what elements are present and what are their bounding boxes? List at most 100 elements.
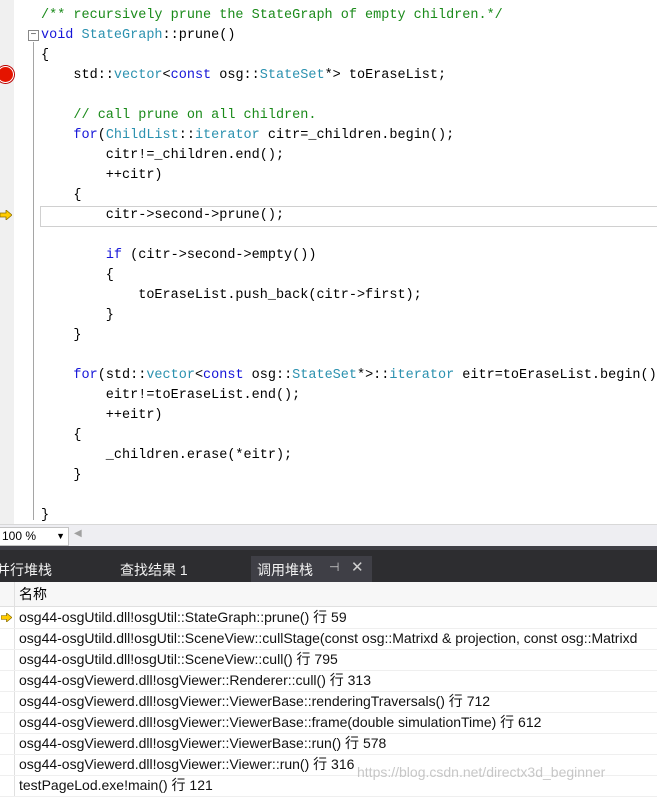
code-token: /** recursively prune the StateGraph of … bbox=[41, 8, 503, 23]
call-stack-frame-text: testPageLod.exe!main() 行 121 bbox=[19, 777, 213, 793]
zoom-value: 100 % bbox=[2, 529, 37, 543]
scroll-left-icon[interactable]: ◀ bbox=[74, 528, 82, 539]
code-line[interactable]: } bbox=[41, 326, 81, 346]
code-token: StateSet bbox=[259, 68, 325, 83]
code-line[interactable]: { bbox=[41, 426, 82, 446]
code-token: if bbox=[105, 248, 123, 263]
watermark: https://blog.csdn.net/directx3d_beginner bbox=[357, 764, 606, 780]
code-token: StateSet bbox=[292, 368, 357, 383]
tool-window-tab-bar: 并行堆栈 查找结果 1 调用堆栈 ⊣ ✕ bbox=[0, 546, 657, 582]
column-header-label: 名称 bbox=[19, 586, 47, 602]
chevron-down-icon: ▼ bbox=[56, 531, 65, 541]
code-line[interactable]: ++citr) bbox=[41, 166, 163, 186]
code-token: { bbox=[41, 188, 82, 203]
code-line[interactable]: std::vector<const osg::StateSet*> toEras… bbox=[41, 66, 446, 86]
code-token: ( bbox=[97, 128, 106, 143]
current-statement-arrow-icon bbox=[0, 210, 12, 220]
code-line[interactable]: } bbox=[41, 506, 49, 524]
call-stack-row[interactable]: osg44-osgUtild.dll!osgUtil::StateGraph::… bbox=[0, 607, 657, 629]
code-token: < bbox=[162, 68, 171, 83]
code-token: vector bbox=[146, 368, 195, 383]
code-line[interactable]: } bbox=[41, 306, 114, 326]
code-token: StateGraph bbox=[81, 28, 163, 43]
code-line[interactable]: /** recursively prune the StateGraph of … bbox=[41, 6, 503, 26]
code-token: *>:: bbox=[356, 368, 390, 383]
code-token: { bbox=[41, 268, 114, 283]
code-line[interactable]: citr!=_children.end(); bbox=[41, 146, 284, 166]
tab-call-stack[interactable]: 调用堆栈 bbox=[257, 559, 313, 581]
code-line[interactable]: _children.erase(*eitr); bbox=[41, 446, 292, 466]
code-token: _children.erase(*eitr); bbox=[41, 448, 293, 463]
code-line[interactable]: { bbox=[41, 186, 82, 206]
call-stack-row[interactable]: osg44-osgViewerd.dll!osgViewer::ViewerBa… bbox=[0, 733, 657, 755]
code-token: osg:: bbox=[243, 368, 293, 383]
code-token: citr=_children.begin(); bbox=[259, 128, 455, 143]
call-stack-row[interactable]: osg44-osgUtild.dll!osgUtil::SceneView::c… bbox=[0, 649, 657, 671]
code-token: *> toEraseList; bbox=[324, 68, 447, 83]
code-token: ::prune() bbox=[162, 28, 236, 43]
pin-icon[interactable]: ⊣ bbox=[329, 560, 339, 574]
code-token: vector bbox=[113, 68, 163, 83]
code-line[interactable]: for(std::vector<const osg::StateSet*>::i… bbox=[41, 366, 657, 386]
code-token: (citr->second->empty()) bbox=[122, 248, 317, 263]
call-stack-frame-text: osg44-osgViewerd.dll!osgViewer::Viewer::… bbox=[19, 756, 355, 772]
code-token: for bbox=[73, 128, 98, 143]
code-line[interactable]: { bbox=[41, 46, 49, 66]
code-token: const bbox=[203, 368, 244, 383]
code-token: { bbox=[41, 428, 82, 443]
code-token: void bbox=[41, 28, 74, 43]
code-token: :: bbox=[178, 128, 195, 143]
current-frame-arrow-icon bbox=[1, 613, 12, 622]
call-stack-frame-text: osg44-osgUtild.dll!osgUtil::StateGraph::… bbox=[19, 609, 347, 625]
close-icon[interactable]: ✕ bbox=[351, 558, 364, 576]
code-line[interactable]: ++eitr) bbox=[41, 406, 163, 426]
code-token: citr!=_children.end(); bbox=[41, 148, 285, 163]
code-line[interactable]: // call prune on all children. bbox=[41, 106, 316, 126]
call-stack-row[interactable]: osg44-osgUtild.dll!osgUtil::SceneView::c… bbox=[0, 628, 657, 650]
code-token: } bbox=[41, 508, 50, 523]
code-token: iterator bbox=[194, 128, 260, 143]
code-token: } bbox=[41, 308, 114, 323]
call-stack-frame-text: osg44-osgViewerd.dll!osgViewer::Renderer… bbox=[19, 672, 371, 688]
tab-parallel-stacks[interactable]: 并行堆栈 bbox=[0, 559, 52, 581]
code-line[interactable]: { bbox=[41, 266, 114, 286]
code-token: toEraseList.push_back(citr->first); bbox=[41, 288, 422, 303]
code-line[interactable]: if (citr->second->empty()) bbox=[41, 246, 317, 266]
code-token: (std:: bbox=[97, 368, 147, 383]
call-stack-row[interactable]: osg44-osgViewerd.dll!osgViewer::ViewerBa… bbox=[0, 712, 657, 734]
code-token: const bbox=[170, 68, 212, 83]
code-token: for bbox=[73, 368, 98, 383]
code-token: ++eitr) bbox=[41, 408, 163, 423]
code-token: } bbox=[41, 468, 82, 483]
call-stack-frame-text: osg44-osgUtild.dll!osgUtil::SceneView::c… bbox=[19, 651, 338, 667]
code-token: < bbox=[194, 368, 204, 383]
code-line[interactable]: void StateGraph::prune() bbox=[41, 26, 235, 46]
code-line[interactable]: eitr!=toEraseList.end(); bbox=[41, 386, 300, 406]
code-line[interactable]: toEraseList.push_back(citr->first); bbox=[41, 286, 422, 306]
call-stack-frame-text: osg44-osgViewerd.dll!osgViewer::ViewerBa… bbox=[19, 714, 542, 730]
code-line[interactable]: } bbox=[41, 466, 82, 486]
zoom-dropdown[interactable]: 100 % ▼ bbox=[0, 527, 69, 546]
code-token: eitr!=toEraseList.end(); bbox=[41, 388, 301, 403]
column-header-name[interactable]: 名称 bbox=[0, 582, 657, 607]
code-line[interactable]: for(ChildList::iterator citr=_children.b… bbox=[41, 126, 454, 146]
call-stack-frame-text: osg44-osgUtild.dll!osgUtil::SceneView::c… bbox=[19, 630, 638, 646]
code-token: ++citr) bbox=[41, 168, 163, 183]
code-editor[interactable]: − /** recursively prune the StateGraph o… bbox=[0, 0, 657, 524]
code-line[interactable]: citr->second->prune(); bbox=[41, 206, 284, 226]
call-stack-row[interactable]: osg44-osgViewerd.dll!osgViewer::ViewerBa… bbox=[0, 691, 657, 713]
code-token: eitr=toEraseList.begin(); bbox=[454, 368, 657, 383]
code-token: ChildList bbox=[105, 128, 179, 143]
call-stack-frame-text: osg44-osgViewerd.dll!osgViewer::ViewerBa… bbox=[19, 735, 387, 751]
code-token: iterator bbox=[389, 368, 455, 383]
call-stack-row[interactable]: osg44-osgViewerd.dll!osgViewer::Renderer… bbox=[0, 670, 657, 692]
code-token: citr->second->prune(); bbox=[41, 208, 285, 223]
tab-find-results[interactable]: 查找结果 1 bbox=[120, 559, 188, 581]
collapse-toggle-icon[interactable]: − bbox=[28, 30, 39, 41]
editor-status-bar: 100 % ▼ ◀ bbox=[0, 524, 657, 547]
